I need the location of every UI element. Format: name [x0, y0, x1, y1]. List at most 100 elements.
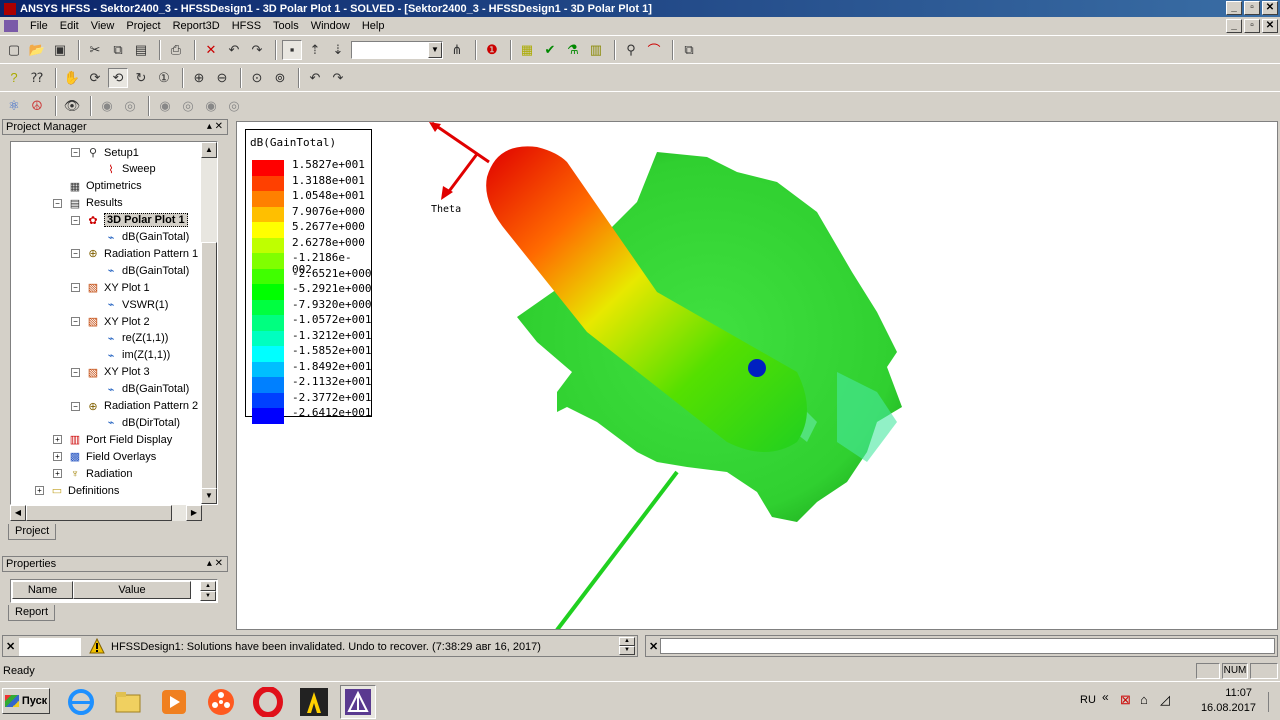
rotate-free-icon[interactable]: ↻ — [131, 68, 151, 88]
column-value[interactable]: Value — [73, 581, 191, 599]
print-icon[interactable]: ⎙ — [166, 40, 186, 60]
open-icon[interactable]: 📂 — [27, 40, 47, 60]
scroll-left-button[interactable]: ◀ — [10, 505, 26, 521]
fit-selection-icon[interactable]: ⊚ — [270, 68, 290, 88]
tree-item[interactable]: ⌁ dB(GainTotal) — [89, 381, 190, 398]
polar-plot-canvas[interactable] — [237, 122, 1278, 630]
menu-view[interactable]: View — [85, 20, 121, 32]
context-help-icon[interactable]: ⁇ — [27, 68, 47, 88]
color-legend[interactable]: dB(GainTotal) 1.5827e+001 1.3188e+001 1.05… — [245, 129, 372, 424]
rotate-axis-icon[interactable]: ⟲ — [108, 67, 128, 88]
collapse-icon[interactable]: − — [71, 283, 80, 293]
start-button[interactable]: Пуск — [2, 688, 50, 714]
tree-item[interactable]: + ▩ Field Overlays — [53, 448, 156, 465]
eye-icon[interactable]: 👁 — [62, 96, 82, 116]
scroll-right-button[interactable]: ▶ — [186, 505, 202, 521]
prop-scroll-down[interactable]: ▼ — [200, 591, 216, 601]
hscroll-thumb[interactable] — [26, 505, 172, 521]
close-button[interactable]: ✕ — [1262, 1, 1278, 15]
new-icon[interactable]: ▢ — [4, 40, 24, 60]
document-icon[interactable] — [4, 20, 18, 32]
tree-item[interactable]: + ▭ Definitions — [35, 482, 119, 499]
tree-item[interactable]: ⌇ Sweep — [89, 161, 155, 178]
show-selected-icon[interactable]: ◉ — [155, 96, 175, 116]
tree-item[interactable]: + ♆ Radiation — [53, 465, 132, 482]
tree-item[interactable]: + ▥ Port Field Display — [53, 431, 172, 448]
save-icon[interactable]: ▣ — [50, 40, 70, 60]
tree-item[interactable]: ⌁ re(Z(1,1)) — [89, 330, 169, 347]
media-player-icon[interactable] — [156, 685, 192, 719]
analyze-icon[interactable]: ⚗ — [563, 40, 583, 60]
copy-icon[interactable]: ⧉ — [108, 40, 128, 60]
show-desktop-button[interactable] — [1268, 692, 1276, 712]
move-up-icon[interactable]: ⇡ — [305, 40, 325, 60]
scroll-up-button[interactable]: ▲ — [201, 142, 217, 158]
paste-icon[interactable]: ▤ — [131, 40, 151, 60]
collapse-icon[interactable]: − — [53, 198, 62, 208]
expand-icon[interactable]: + — [53, 452, 62, 462]
message-list[interactable] — [19, 638, 81, 656]
tab-project[interactable]: Project — [8, 524, 57, 540]
expand-icon[interactable]: + — [53, 435, 62, 445]
message-close-icon[interactable]: ✕ — [6, 640, 15, 653]
fit-all-icon[interactable]: ⊙ — [247, 68, 267, 88]
zoom-out-icon[interactable]: ⊖ — [212, 68, 232, 88]
orient-icon[interactable]: ① — [154, 68, 174, 88]
rotate-icon[interactable]: ⟳ — [85, 68, 105, 88]
move-down-icon[interactable]: ⇣ — [328, 40, 348, 60]
tree-item[interactable]: − ▧ XY Plot 3 — [71, 364, 150, 381]
signal-icon[interactable]: ◿ — [1160, 692, 1170, 708]
delete-icon[interactable]: ✕ — [201, 40, 221, 60]
info-icon[interactable]: ❶ — [482, 40, 502, 60]
fields-icon[interactable]: ⚲ — [621, 40, 641, 60]
tree-horizontal-scrollbar[interactable]: ◀ ▶ — [10, 505, 202, 521]
explorer-icon[interactable] — [110, 685, 146, 719]
hierarchy-icon[interactable]: ⋔ — [447, 40, 467, 60]
tree-item[interactable]: ⌁ VSWR(1) — [89, 296, 169, 313]
menu-tools[interactable]: Tools — [267, 20, 305, 32]
hide-all-icon[interactable]: ◎ — [120, 96, 140, 116]
mesh-icon[interactable]: ☮ — [27, 96, 47, 116]
menu-window[interactable]: Window — [305, 20, 356, 32]
hide-selected-icon[interactable]: ◎ — [178, 96, 198, 116]
tree-item[interactable]: − ▧ XY Plot 1 — [71, 279, 150, 296]
undo-view-icon[interactable]: ↶ — [305, 68, 325, 88]
view-combo[interactable]: ▼ — [351, 40, 443, 59]
tree-item[interactable]: − ⊕ Radiation Pattern 2 — [71, 398, 198, 415]
panel-controls[interactable]: ▴ ✕ — [207, 120, 223, 134]
validate-icon[interactable]: ▦ — [517, 40, 537, 60]
expand-icon[interactable]: + — [53, 469, 62, 479]
column-name[interactable]: Name — [12, 581, 73, 599]
hfss-task-icon[interactable] — [340, 685, 376, 719]
hide-active-icon[interactable]: ◎ — [224, 96, 244, 116]
mdi-minimize-button[interactable]: _ — [1226, 19, 1242, 33]
menu-edit[interactable]: Edit — [54, 20, 85, 32]
windows-icon[interactable]: ⧉ — [679, 40, 699, 60]
progress-close-icon[interactable]: ✕ — [649, 640, 658, 653]
mdi-restore-button[interactable]: ▫ — [1244, 19, 1260, 33]
collapse-icon[interactable]: − — [71, 367, 80, 377]
tree-item[interactable]: − ✿ 3D Polar Plot 1 — [71, 212, 188, 229]
properties-controls[interactable]: ▴ ✕ — [207, 557, 223, 571]
redo-icon[interactable]: ↷ — [247, 40, 267, 60]
collapse-icon[interactable]: − — [71, 317, 80, 326]
expand-icon[interactable]: + — [35, 486, 44, 495]
menu-project[interactable]: Project — [120, 20, 166, 32]
model-icon[interactable]: ⚛ — [4, 96, 24, 116]
report-icon[interactable]: ▥ — [586, 40, 606, 60]
tree-item[interactable]: − ⚲ Setup1 — [71, 144, 139, 161]
menu-hfss[interactable]: HFSS — [226, 20, 267, 32]
check-icon[interactable]: ✔ — [540, 40, 560, 60]
clock-time[interactable]: 11:07 — [1225, 687, 1252, 699]
pan-icon[interactable]: ✋ — [62, 68, 82, 88]
redo-view-icon[interactable]: ↷ — [328, 68, 348, 88]
undo-icon[interactable]: ↶ — [224, 40, 244, 60]
scroll-down-button[interactable]: ▼ — [201, 488, 217, 504]
minimize-button[interactable]: _ — [1226, 1, 1242, 15]
tree-item[interactable]: ▦ Optimetrics — [53, 178, 142, 195]
clock-date[interactable]: 16.08.2017 — [1201, 702, 1256, 714]
message-scroll-up[interactable]: ▲ — [619, 637, 635, 646]
collapse-icon[interactable]: − — [71, 215, 80, 225]
tab-report[interactable]: Report — [8, 605, 56, 621]
chevron-down-icon[interactable]: ▼ — [428, 41, 442, 58]
